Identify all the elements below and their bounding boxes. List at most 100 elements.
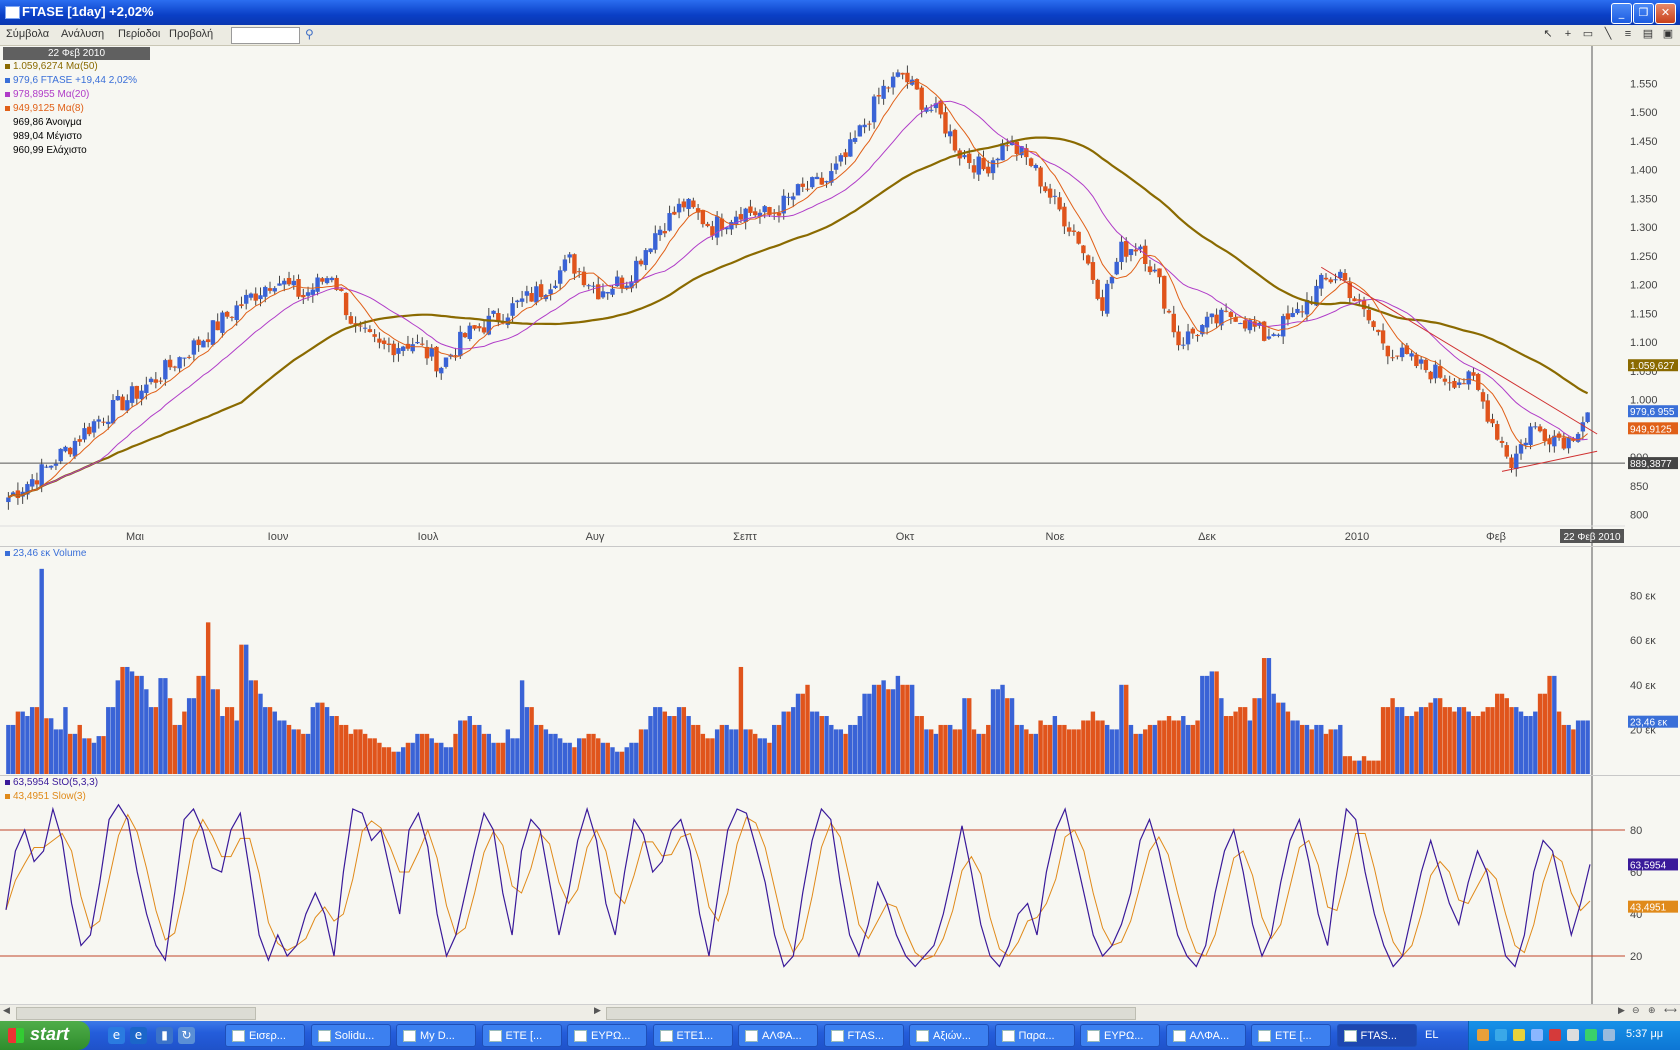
menu-view[interactable]: Προβολή: [169, 28, 213, 40]
cursor-tool-icon[interactable]: ↖: [1541, 27, 1555, 42]
menu-periods[interactable]: Περίοδοι: [118, 28, 160, 40]
candle-body: [1452, 381, 1457, 388]
volume-bar: [757, 738, 763, 774]
close-button[interactable]: ✕: [1655, 3, 1676, 24]
tray-network-icon[interactable]: [1477, 1029, 1489, 1041]
taskbar-window-7[interactable]: FTAS...: [823, 1024, 904, 1047]
volume-bar: [186, 698, 192, 774]
window-icon: [232, 1030, 245, 1043]
taskbar-window-label: ΕΥΡΩ...: [1104, 1030, 1144, 1042]
taskbar-window-8[interactable]: Αξιών...: [909, 1024, 989, 1047]
search-icon[interactable]: ⚲: [305, 27, 314, 41]
taskbar-window-label: ΕΥΡΩ...: [591, 1030, 631, 1042]
taskbar-window-label: My D...: [420, 1030, 455, 1042]
volume-bar: [1071, 729, 1077, 774]
crosshair-tool-icon[interactable]: +: [1561, 27, 1575, 42]
tray-sync-icon[interactable]: [1585, 1029, 1597, 1041]
tray-antivirus-icon[interactable]: [1495, 1029, 1507, 1041]
volume-bar: [6, 724, 11, 774]
volume-bar: [914, 716, 920, 774]
candle-body: [1371, 321, 1376, 328]
window-icon: [1172, 1030, 1186, 1043]
candle-body: [1338, 271, 1343, 278]
start-button[interactable]: start: [0, 1021, 90, 1050]
volume-bar: [553, 733, 558, 774]
zoom-out-icon[interactable]: ⊖: [1632, 1006, 1640, 1016]
taskbar-window-1[interactable]: Solidu...: [310, 1024, 391, 1047]
candle-body: [1033, 164, 1039, 169]
taskbar-window-11[interactable]: ΑΛΦΑ...: [1165, 1024, 1246, 1047]
taskbar-window-2[interactable]: My D...: [396, 1024, 476, 1047]
volume-bar: [115, 680, 120, 774]
candle-body: [467, 325, 472, 339]
taskbar-window-13[interactable]: FTAS...: [1336, 1024, 1417, 1047]
chart-settings-icon[interactable]: ▤: [1641, 27, 1655, 42]
price-y-tick: 1.100: [1630, 337, 1658, 349]
ie-alt-icon[interactable]: e: [130, 1027, 147, 1044]
volume-bar: [1537, 693, 1543, 774]
candle-body: [415, 341, 420, 344]
volume-bar: [1176, 720, 1181, 774]
minimize-button[interactable]: _: [1611, 3, 1632, 24]
volume-bar: [824, 716, 829, 774]
candle-body: [1300, 311, 1305, 313]
taskbar-window-6[interactable]: ΑΛΦΑ...: [738, 1024, 818, 1047]
volume-bar: [486, 733, 492, 774]
ie-icon[interactable]: e: [108, 1027, 125, 1044]
volume-bar: [148, 707, 154, 774]
taskbar-window-9[interactable]: Παρα...: [994, 1024, 1075, 1047]
volume-bar: [1399, 707, 1405, 774]
volume-chart[interactable]: 80 εκ60 εκ40 εκ20 εκ23,46 εκ: [0, 547, 1680, 775]
taskbar-window-0[interactable]: Εισερ...: [225, 1024, 305, 1047]
scroll-arrow-icon[interactable]: ▶: [594, 1006, 601, 1016]
candle-body: [971, 165, 977, 173]
scroll-right-icon[interactable]: ▶: [1618, 1006, 1625, 1016]
tray-volume-icon[interactable]: [1603, 1029, 1615, 1041]
taskbar-window-10[interactable]: ΕΥΡΩ...: [1080, 1024, 1160, 1047]
volume-bar: [1338, 724, 1343, 774]
zoom-thumb[interactable]: [606, 1007, 1136, 1020]
volume-bar: [106, 707, 111, 774]
candle-body: [1185, 331, 1191, 345]
tray-display-icon[interactable]: [1567, 1029, 1579, 1041]
zoom-fit-icon[interactable]: ⟷: [1664, 1006, 1677, 1016]
volume-bar: [938, 724, 943, 774]
taskbar-window-3[interactable]: ETE [...: [481, 1024, 562, 1047]
tray-alert-icon[interactable]: [1549, 1029, 1561, 1041]
taskbar-window-5[interactable]: ETE1...: [652, 1024, 733, 1047]
save-icon[interactable]: ▣: [1661, 27, 1675, 42]
volume-bar: [467, 716, 472, 774]
volume-bar: [729, 729, 734, 774]
symbol-search-input[interactable]: [231, 27, 300, 44]
candle-body: [1328, 279, 1333, 283]
tray-help-icon[interactable]: [1531, 1029, 1543, 1041]
volume-bar: [120, 666, 125, 774]
zoom-in-icon[interactable]: ⊕: [1648, 1006, 1656, 1016]
scroll-left-icon[interactable]: ◀: [3, 1006, 10, 1016]
volume-bar: [263, 707, 268, 774]
candle-body: [948, 131, 953, 137]
menu-analysis[interactable]: Ανάλυση: [61, 28, 104, 40]
language-indicator[interactable]: EL: [1425, 1029, 1438, 1041]
line-tool-icon[interactable]: ╲: [1601, 27, 1615, 42]
candle-body: [981, 157, 986, 170]
volume-bar: [68, 733, 73, 774]
scroll-thumb[interactable]: [16, 1007, 256, 1020]
candle-body: [943, 112, 948, 134]
rectangle-tool-icon[interactable]: ▭: [1581, 27, 1595, 42]
candle-body: [158, 380, 163, 382]
fibonacci-tool-icon[interactable]: ≡: [1621, 27, 1635, 42]
stochastic-chart[interactable]: 8060402063,595443,4951: [0, 776, 1680, 1004]
volume-bar: [586, 733, 591, 774]
candle-body: [657, 229, 663, 236]
refresh-quicklaunch-icon[interactable]: ↻: [178, 1027, 195, 1044]
tray-shield-icon[interactable]: [1513, 1029, 1525, 1041]
chart-horizontal-scrollbar[interactable]: ◀ ▶ ▶ ⊖ ⊕ ⟷: [0, 1004, 1680, 1021]
restore-button[interactable]: ❐: [1633, 3, 1654, 24]
price-chart[interactable]: 1.550 1.500 1.450 1.400 1.350 1.300 1.250 1.200…: [0, 46, 1680, 546]
taskbar-window-12[interactable]: ETE [...: [1251, 1024, 1331, 1047]
candle-body: [324, 278, 330, 284]
menu-symbols[interactable]: Σύμβολα: [6, 28, 49, 40]
taskbar-window-4[interactable]: ΕΥΡΩ...: [567, 1024, 647, 1047]
app-quicklaunch-icon[interactable]: ▮: [156, 1027, 173, 1044]
